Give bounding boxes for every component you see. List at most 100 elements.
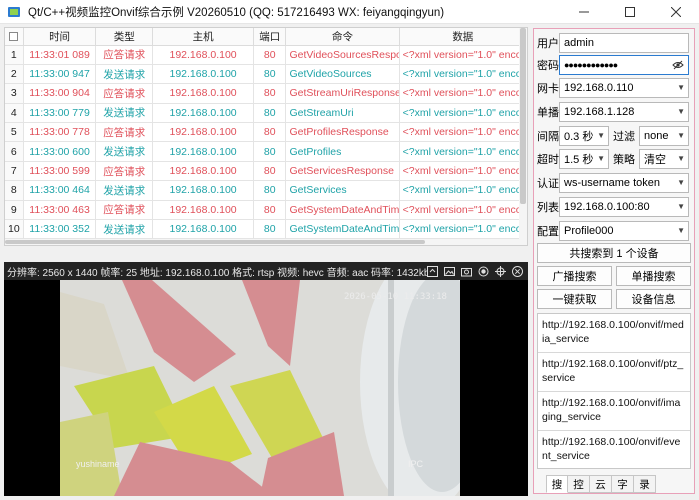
cell-port: 80 xyxy=(253,45,287,65)
cell-port: 80 xyxy=(253,141,287,162)
filter-label: 过滤 xyxy=(613,131,635,143)
maximize-button[interactable] xyxy=(607,0,653,24)
image-icon[interactable] xyxy=(443,265,456,278)
table-row[interactable]: 8 11:33:00 464 发送请求 192.168.0.100 80 GetServi… xyxy=(5,180,527,201)
tab-control[interactable]: 控 xyxy=(568,475,590,493)
cell-type: 应答请求 xyxy=(95,161,154,182)
chevron-down-icon: ▼ xyxy=(677,178,685,187)
table-row[interactable]: 4 11:33:00 779 发送请求 192.168.0.100 80 GetStrea… xyxy=(5,103,527,124)
video-player[interactable]: 2026-05-10 11:33:18 yushiname IPC xyxy=(4,262,528,496)
one-key-get-button[interactable]: 一键获取 xyxy=(537,289,612,309)
table-row[interactable]: 2 11:33:00 947 发送请求 192.168.0.100 80 GetVideo… xyxy=(5,64,527,85)
broadcast-search-button[interactable]: 广播搜索 xyxy=(537,266,612,286)
close-icon[interactable] xyxy=(511,265,524,278)
osd-ipc-label: IPC xyxy=(408,459,424,469)
service-url-list[interactable]: http://192.168.0.100/onvif/media_service… xyxy=(537,313,691,469)
chevron-down-icon: ▼ xyxy=(597,131,605,140)
policy-label: 策略 xyxy=(613,154,635,166)
row-number: 5 xyxy=(5,122,24,143)
cell-time: 11:33:00 599 xyxy=(23,161,97,182)
config-select[interactable]: Profile000 ▼ xyxy=(559,221,689,241)
list-item[interactable]: http://192.168.0.100/onvif/imaging_servi… xyxy=(538,392,690,431)
cell-type: 应答请求 xyxy=(95,122,154,143)
auth-row: 认证 ws-username token ▼ xyxy=(537,173,689,193)
password-input[interactable]: ●●●●●●●●●●●● xyxy=(559,55,689,75)
list-item[interactable]: http://192.168.0.100/onvif/media_service xyxy=(538,314,690,353)
table-vertical-scrollbar[interactable] xyxy=(519,28,527,245)
list-item[interactable]: http://192.168.0.100/onvif/event_service xyxy=(538,431,690,470)
table-row[interactable]: 1 11:33:01 089 应答请求 192.168.0.100 80 GetVideo… xyxy=(5,45,527,65)
table-row[interactable]: 3 11:33:00 904 应答请求 192.168.0.100 80 GetStrea… xyxy=(5,83,527,104)
row-number: 3 xyxy=(5,83,24,104)
minimize-icon xyxy=(579,11,589,13)
cell-host: 192.168.0.100 xyxy=(152,180,255,201)
interval-select[interactable]: 0.3 秒 ▼ xyxy=(559,126,609,146)
auth-select[interactable]: ws-username token ▼ xyxy=(559,173,689,193)
tab-ptz[interactable]: 云 xyxy=(590,475,612,493)
nic-select[interactable]: 192.168.0.110 ▼ xyxy=(559,78,689,98)
tab-search[interactable]: 搜 xyxy=(546,475,568,493)
nic-row: 网卡 192.168.0.110 ▼ xyxy=(537,78,689,98)
unicast-search-button[interactable]: 单播搜索 xyxy=(616,266,691,286)
control-panel: 用户 admin 密码 ●●●●●●●●●●●● 网卡 192.168.0.11… xyxy=(533,28,695,494)
device-info-button[interactable]: 设备信息 xyxy=(616,289,691,309)
column-header-time[interactable]: 时间 xyxy=(23,28,97,46)
minimize-button[interactable] xyxy=(561,0,607,24)
cell-time: 11:33:00 779 xyxy=(23,103,97,124)
user-label: 用户 xyxy=(537,38,559,50)
row-number: 9 xyxy=(5,200,24,221)
crosshair-icon[interactable] xyxy=(494,265,507,278)
user-row: 用户 admin xyxy=(537,33,689,53)
column-header-type[interactable]: 类型 xyxy=(95,28,154,46)
table-horizontal-scrollbar[interactable] xyxy=(5,239,527,245)
row-number: 8 xyxy=(5,180,24,201)
tab-osd[interactable]: 字 xyxy=(612,475,634,493)
cell-type: 发送请求 xyxy=(95,141,154,162)
cell-data: <?xml version="1.0" encoding xyxy=(399,64,527,85)
table-row[interactable]: 9 11:33:00 463 应答请求 192.168.0.100 80 GetSyste… xyxy=(5,200,527,221)
video-stream-info: 分辨率: 2560 x 1440 帧率: 25 地址: 192.168.0.10… xyxy=(7,267,427,279)
config-value: Profile000 xyxy=(564,225,614,237)
table-row[interactable]: 10 11:33:00 352 发送请求 192.168.0.100 80 GetSyst… xyxy=(5,219,527,240)
snapshot-icon[interactable] xyxy=(460,265,473,278)
cell-command: GetVideoSourcesRespo xyxy=(285,45,400,65)
policy-select[interactable]: 清空 ▼ xyxy=(639,149,689,169)
device-list-select[interactable]: 192.168.0.100:80 ▼ xyxy=(559,197,689,217)
table-row[interactable]: 6 11:33:00 600 发送请求 192.168.0.100 80 GetProfi… xyxy=(5,141,527,162)
filter-select[interactable]: none ▼ xyxy=(639,126,689,146)
policy-value: 清空 xyxy=(644,154,666,166)
row-number: 7 xyxy=(5,161,24,182)
column-header-command[interactable]: 命令 xyxy=(285,28,400,46)
config-label: 配置 xyxy=(537,226,559,238)
interval-value: 0.3 秒 xyxy=(564,131,594,143)
cell-type: 发送请求 xyxy=(95,219,154,240)
user-input[interactable]: admin xyxy=(559,33,689,53)
unicast-select[interactable]: 192.168.1.128 ▼ xyxy=(559,102,689,122)
eye-icon[interactable] xyxy=(672,59,684,74)
nic-value: 192.168.0.110 xyxy=(564,82,634,94)
maximize-icon xyxy=(625,7,635,17)
table-row[interactable]: 7 11:33:00 599 应答请求 192.168.0.100 80 GetServi… xyxy=(5,161,527,182)
interval-row: 间隔 0.3 秒 ▼ 过滤 none ▼ xyxy=(537,126,689,146)
cell-port: 80 xyxy=(253,122,287,143)
timeout-select[interactable]: 1.5 秒 ▼ xyxy=(559,149,609,169)
close-button[interactable] xyxy=(653,0,699,24)
tab-record[interactable]: 录 xyxy=(634,475,656,493)
column-header-data[interactable]: 数据 xyxy=(399,28,527,46)
cell-time: 11:33:00 778 xyxy=(23,122,97,143)
unicast-row: 单播 192.168.1.128 ▼ xyxy=(537,102,689,122)
list-item[interactable]: http://192.168.0.100/onvif/ptz_service xyxy=(538,353,690,392)
search-count-button[interactable]: 共搜索到 1 个设备 xyxy=(537,243,691,263)
cell-command: GetVideoSources xyxy=(285,64,400,85)
column-header-host[interactable]: 主机 xyxy=(152,28,255,46)
cell-port: 80 xyxy=(253,64,287,85)
message-table[interactable]: 时间 类型 主机 端口 命令 数据 1 11:33:01 089 应答请求 192.1… xyxy=(4,27,528,246)
column-header-port[interactable]: 端口 xyxy=(253,28,287,46)
record-icon[interactable] xyxy=(477,265,490,278)
cell-time: 11:33:01 089 xyxy=(23,45,97,65)
cell-port: 80 xyxy=(253,83,287,104)
timeout-label: 超时 xyxy=(537,154,559,166)
expand-icon[interactable] xyxy=(426,265,439,278)
select-all-checkbox[interactable] xyxy=(5,28,24,46)
table-row[interactable]: 5 11:33:00 778 应答请求 192.168.0.100 80 GetProfi… xyxy=(5,122,527,143)
